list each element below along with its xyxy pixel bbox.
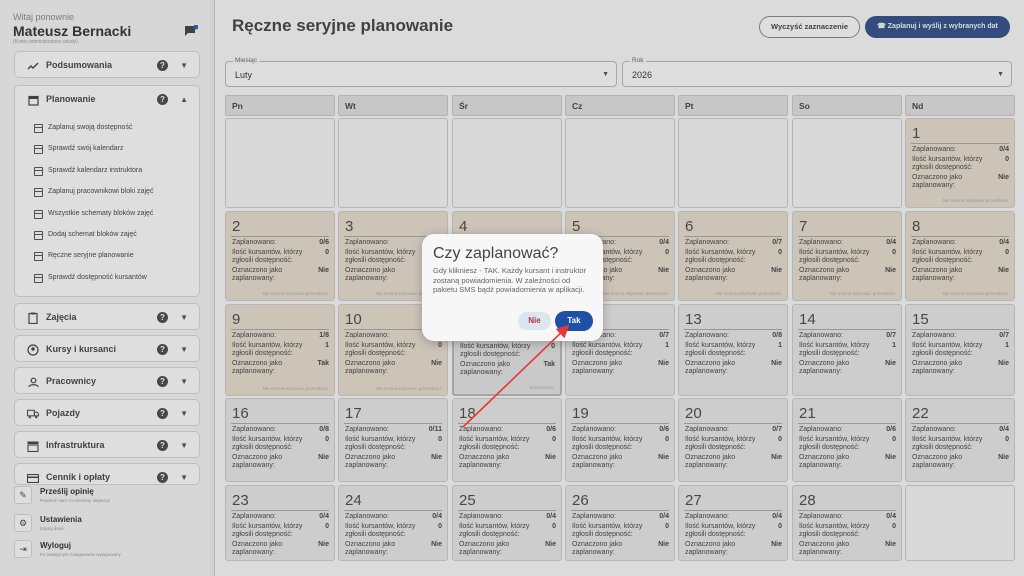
dialog-no-button[interactable]: Nie xyxy=(518,312,551,330)
confirm-dialog: Czy zaplanować? Gdy klikniesz - TAK. Każ… xyxy=(422,234,603,341)
dialog-message: Gdy klikniesz - TAK. Każdy kursant i ins… xyxy=(433,266,587,294)
dialog-title: Czy zaplanować? xyxy=(433,245,559,262)
dialog-yes-button[interactable]: Tak xyxy=(555,311,593,331)
